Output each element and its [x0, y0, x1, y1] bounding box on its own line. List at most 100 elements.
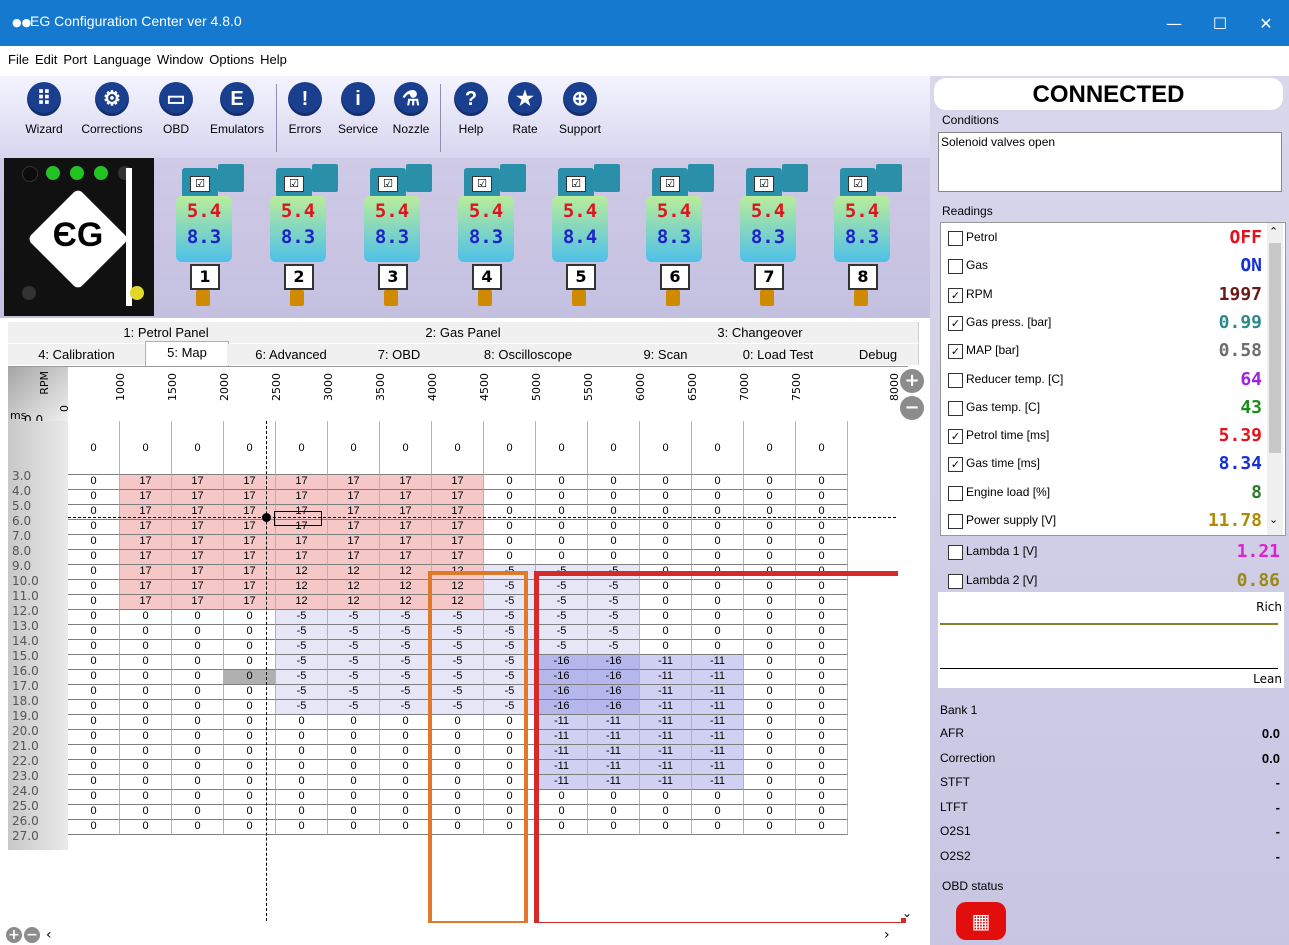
map-cell[interactable]: 0 [588, 550, 640, 565]
map-cell[interactable]: -5 [276, 655, 328, 670]
map-cell[interactable]: 0 [276, 805, 328, 820]
injector-2[interactable]: ☑ 5.4 8.3 2 [266, 164, 344, 312]
map-cell[interactable]: 12 [328, 595, 380, 610]
tab-obd[interactable]: 7: OBD [355, 344, 444, 365]
map-cell[interactable]: 17 [172, 475, 224, 490]
map-cell[interactable]: 0 [120, 775, 172, 790]
map-cell[interactable]: 17 [380, 520, 432, 535]
correction-map[interactable]: RPM ms 0.0 0 1000 1500 2000 2500 3000 3500 400… [8, 366, 908, 923]
map-cell[interactable]: 0 [224, 625, 276, 640]
map-cell[interactable]: 0 [224, 670, 276, 685]
reading-checkbox[interactable] [948, 400, 963, 416]
map-cell[interactable]: 17 [224, 595, 276, 610]
map-cell[interactable]: 0 [172, 640, 224, 655]
reading-checkbox[interactable]: ✓ [948, 287, 963, 303]
map-cell[interactable]: 0 [68, 595, 120, 610]
map-cell[interactable]: 0 [328, 745, 380, 760]
map-cell[interactable]: 0 [172, 655, 224, 670]
map-cell[interactable]: 17 [276, 475, 328, 490]
map-cell[interactable]: 17 [172, 595, 224, 610]
menu-file[interactable]: File [8, 52, 29, 67]
obd-button[interactable]: ▭ OBD [158, 82, 194, 136]
injector-checkbox[interactable]: ☑ [378, 176, 398, 192]
map-cell[interactable]: 0 [224, 715, 276, 730]
readings-scroll-down-icon[interactable]: ⌄ [1269, 513, 1278, 526]
map-cell[interactable]: -5 [328, 625, 380, 640]
map-cell[interactable]: 0 [536, 421, 588, 475]
map-cell[interactable]: 0 [328, 820, 380, 835]
map-cell[interactable]: 0 [224, 685, 276, 700]
map-cell[interactable]: 17 [172, 490, 224, 505]
reading-checkbox[interactable] [948, 372, 963, 388]
map-cell[interactable]: 0 [796, 490, 848, 505]
map-cell[interactable]: 17 [224, 580, 276, 595]
map-cell[interactable]: -5 [328, 655, 380, 670]
nozzle-button[interactable]: ⚗ Nozzle [388, 82, 434, 136]
map-cell[interactable]: 0 [380, 805, 432, 820]
tab-load-test[interactable]: 0: Load Test [718, 344, 839, 365]
map-cell[interactable]: 17 [328, 490, 380, 505]
map-cell[interactable]: -5 [276, 670, 328, 685]
map-cell[interactable]: 0 [796, 520, 848, 535]
map-cell[interactable]: 17 [120, 595, 172, 610]
map-cell[interactable]: 0 [120, 625, 172, 640]
map-cell[interactable]: 17 [120, 535, 172, 550]
map-cell[interactable]: 0 [224, 805, 276, 820]
reading-checkbox[interactable] [948, 231, 963, 246]
corrections-button[interactable]: ⚙ Corrections [75, 82, 149, 136]
tab-debug[interactable]: Debug [838, 344, 919, 365]
map-cell[interactable]: 12 [328, 565, 380, 580]
map-cell[interactable]: 0 [640, 475, 692, 490]
injector-6[interactable]: ☑ 5.4 8.3 6 [642, 164, 720, 312]
map-cell[interactable]: 0 [796, 550, 848, 565]
readings-scrollbar[interactable]: ⌃ ⌄ [1267, 223, 1283, 535]
map-cell[interactable]: 0 [484, 535, 536, 550]
map-cell[interactable]: 17 [432, 520, 484, 535]
map-cell[interactable]: -5 [328, 670, 380, 685]
injector-checkbox[interactable]: ☑ [754, 176, 774, 192]
map-cell[interactable]: 0 [692, 535, 744, 550]
lambda-checkbox[interactable] [948, 545, 963, 560]
injector-checkbox[interactable]: ☑ [190, 176, 210, 192]
map-cell[interactable]: 0 [120, 421, 172, 475]
map-cell[interactable]: 0 [224, 610, 276, 625]
map-cell[interactable]: 0 [68, 715, 120, 730]
map-cell[interactable]: -5 [328, 610, 380, 625]
map-cell[interactable]: 0 [68, 670, 120, 685]
injector-checkbox[interactable]: ☑ [660, 176, 680, 192]
map-cell[interactable]: 0 [276, 790, 328, 805]
map-cell[interactable]: 17 [432, 535, 484, 550]
tab-oscilloscope[interactable]: 8: Oscilloscope [443, 344, 614, 365]
map-cell[interactable]: 0 [380, 421, 432, 475]
map-cell[interactable]: -5 [380, 700, 432, 715]
map-cell[interactable]: 0 [224, 700, 276, 715]
tab-changeover[interactable]: 3: Changeover [602, 322, 919, 343]
tab-map[interactable]: 5: Map [145, 341, 229, 366]
reading-checkbox[interactable]: ✓ [948, 429, 963, 445]
map-cell[interactable]: 0 [744, 475, 796, 490]
map-cell[interactable]: 0 [224, 760, 276, 775]
map-cell[interactable]: 0 [484, 490, 536, 505]
map-cell[interactable]: 0 [276, 820, 328, 835]
maximize-button[interactable]: ☐ [1197, 0, 1243, 46]
map-cell[interactable]: 0 [224, 790, 276, 805]
map-cell[interactable]: 17 [276, 550, 328, 565]
map-cell[interactable]: 0 [484, 475, 536, 490]
map-cell[interactable]: 17 [120, 565, 172, 580]
menu-window[interactable]: Window [157, 52, 203, 67]
map-cell[interactable]: -5 [380, 670, 432, 685]
map-cell[interactable]: 0 [224, 745, 276, 760]
map-cell[interactable]: -5 [380, 640, 432, 655]
map-cell[interactable]: 0 [380, 760, 432, 775]
obd-status-icon[interactable]: ▦ [956, 902, 1006, 940]
map-cell[interactable]: -5 [328, 640, 380, 655]
map-cell[interactable]: -5 [380, 610, 432, 625]
map-cell[interactable]: 0 [224, 775, 276, 790]
reading-checkbox[interactable]: ✓ [948, 315, 963, 331]
map-cell[interactable]: 17 [172, 580, 224, 595]
map-cell[interactable]: -5 [380, 655, 432, 670]
map-cell[interactable]: 0 [172, 610, 224, 625]
close-button[interactable]: ✕ [1243, 0, 1289, 46]
map-cell[interactable]: 0 [172, 790, 224, 805]
map-cell[interactable]: 17 [172, 565, 224, 580]
